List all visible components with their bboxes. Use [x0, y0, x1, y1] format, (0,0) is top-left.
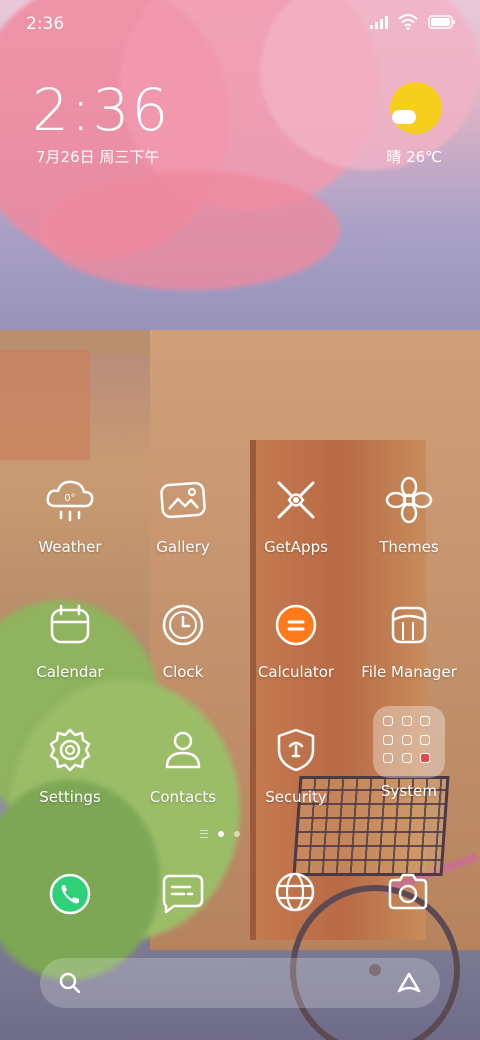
signal-icon: [370, 15, 388, 29]
app-label: GetApps: [264, 538, 328, 556]
themes-icon: [379, 470, 439, 530]
status-bar: 2:36: [0, 0, 480, 50]
calculator-icon: [266, 595, 326, 655]
app-label: Calculator: [257, 663, 335, 681]
weather-widget-text[interactable]: 晴 26℃: [386, 146, 442, 167]
app-calendar[interactable]: Calendar: [15, 595, 125, 681]
app-gallery[interactable]: Gallery: [128, 470, 238, 556]
app-label: Themes: [379, 538, 439, 556]
app-weather[interactable]: 0° Weather: [15, 470, 125, 556]
gallery-icon: [153, 470, 213, 530]
app-file-manager[interactable]: File Manager: [354, 595, 464, 681]
search-bar[interactable]: [40, 958, 440, 1008]
app-system-folder[interactable]: System: [354, 706, 464, 800]
getapps-icon: [266, 470, 326, 530]
app-label: Security: [265, 788, 327, 806]
app-settings[interactable]: Settings: [15, 720, 125, 806]
security-icon: [266, 720, 326, 780]
app-label: Clock: [162, 663, 204, 681]
wifi-icon: [398, 14, 418, 30]
browser-icon[interactable]: [265, 862, 325, 922]
sunny-cloud-icon[interactable]: [390, 82, 444, 136]
messages-icon[interactable]: [152, 864, 212, 924]
app-themes[interactable]: Themes: [354, 470, 464, 556]
phone-icon[interactable]: [40, 864, 100, 924]
app-calculator[interactable]: Calculator: [241, 595, 351, 681]
app-getapps[interactable]: GetApps: [241, 470, 351, 556]
app-security[interactable]: Security: [241, 720, 351, 806]
app-label: Contacts: [149, 788, 217, 806]
app-label: System: [381, 782, 437, 800]
page-dot[interactable]: [234, 831, 240, 837]
page-dot-active[interactable]: [218, 831, 224, 837]
app-contacts[interactable]: Contacts: [128, 720, 238, 806]
app-label: Calendar: [36, 663, 104, 681]
assistant-icon[interactable]: [396, 971, 422, 995]
camera-icon[interactable]: [378, 862, 438, 922]
system-folder-icon: [373, 706, 445, 778]
file-manager-icon: [379, 595, 439, 655]
app-clock[interactable]: Clock: [128, 595, 238, 681]
page-indicator-menu[interactable]: [200, 830, 208, 838]
status-time: 2:36: [26, 14, 65, 34]
clock-icon: [153, 595, 213, 655]
clock-widget-date[interactable]: 7月26日 周三下午: [36, 146, 159, 167]
search-icon[interactable]: [58, 971, 82, 995]
app-label: File Manager: [361, 663, 457, 681]
battery-icon: [428, 15, 455, 29]
page-indicator[interactable]: [200, 830, 240, 838]
app-label: Settings: [39, 788, 101, 806]
app-label: Gallery: [156, 538, 210, 556]
calendar-icon: [40, 595, 100, 655]
contacts-icon: [153, 720, 213, 780]
status-icons: [370, 14, 456, 30]
clock-widget-time[interactable]: 2:36: [32, 76, 170, 144]
app-label: Weather: [38, 538, 102, 556]
settings-icon: [40, 720, 100, 780]
svg-text:0°: 0°: [64, 493, 75, 504]
weather-icon: 0°: [40, 470, 100, 530]
